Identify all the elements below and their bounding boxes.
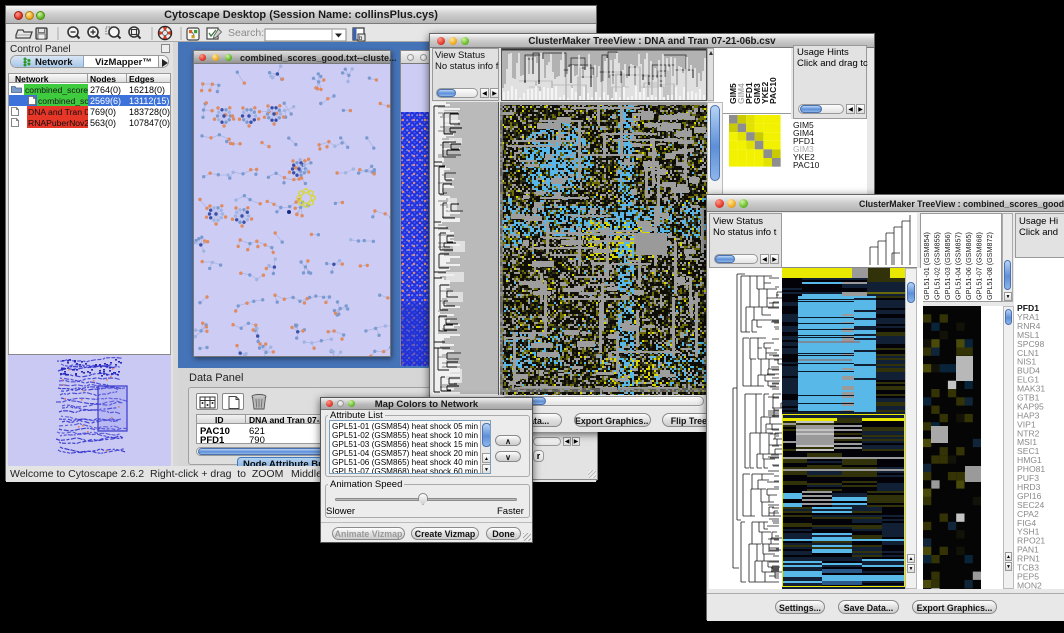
- svg-text:GPL51-04 (GSM857): GPL51-04 (GSM857): [954, 232, 963, 300]
- svg-text:MON2: MON2: [1017, 580, 1042, 589]
- svg-text:GPL51-07 (GSM868): GPL51-07 (GSM868): [975, 232, 984, 300]
- svg-text:Search:: Search:: [228, 27, 264, 39]
- svg-text:GPL51-08 (GSM872): GPL51-08 (GSM872): [985, 232, 994, 300]
- svg-text:GPL51-01 (GSM854): GPL51-01 (GSM854): [922, 232, 931, 300]
- svg-text:GPL51-06 (GSM865): GPL51-06 (GSM865): [964, 232, 973, 300]
- svg-text:PAC10: PAC10: [768, 77, 778, 104]
- svg-text:GPL51-03 (GSM856): GPL51-03 (GSM856): [943, 232, 952, 300]
- svg-text:GPL51-02 (GSM855): GPL51-02 (GSM855): [933, 232, 942, 300]
